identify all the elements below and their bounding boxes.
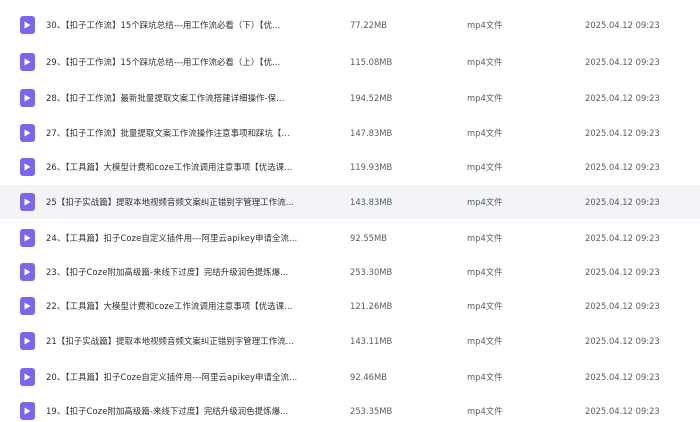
video-file-icon: [20, 124, 35, 142]
video-file-icon: [20, 193, 35, 211]
file-name[interactable]: 20、【工具篇】扣子Coze自定义插件用---阿里云apikey申请全流...: [46, 371, 336, 383]
file-row[interactable]: 27、【扣子工作流】批量提取文案工作流操作注意事项和踩坑【... 147.83MB…: [0, 116, 700, 150]
file-type: mp4文件: [467, 93, 503, 103]
file-size: 77.22MB: [350, 20, 387, 30]
file-modified-date: 2025.04.12 09:23: [585, 197, 660, 207]
video-file-icon: [20, 297, 35, 315]
file-modified-date: 2025.04.12 09:23: [585, 406, 660, 416]
file-row[interactable]: 29、【扣子工作流】15个踩坑总结---用工作流必看（上）【优... 115.08…: [0, 45, 700, 79]
file-row[interactable]: 25【扣子实战篇】提取本地视频音频文案纠正错别字管理工作流... 143.83MB…: [0, 185, 700, 219]
file-modified-date: 2025.04.12 09:23: [585, 57, 660, 67]
file-name[interactable]: 21【扣子实战篇】提取本地视频音频文案纠正错别字管理工作流...: [46, 335, 336, 347]
video-file-icon: [20, 53, 35, 71]
video-file-icon: [20, 332, 35, 350]
file-modified-date: 2025.04.12 09:23: [585, 20, 660, 30]
file-size: 121.26MB: [350, 301, 393, 311]
file-modified-date: 2025.04.12 09:23: [585, 128, 660, 138]
file-size: 143.83MB: [350, 197, 393, 207]
file-size: 115.08MB: [350, 57, 393, 67]
video-file-icon: [20, 368, 35, 386]
file-name[interactable]: 22、【工具篇】大模型计费和coze工作流调用注意事项【优选课...: [46, 300, 336, 312]
file-size: 119.93MB: [350, 162, 393, 172]
file-modified-date: 2025.04.12 09:23: [585, 336, 660, 346]
file-type: mp4文件: [467, 336, 503, 346]
file-size: 253.30MB: [350, 267, 393, 277]
file-size: 147.83MB: [350, 128, 393, 138]
file-row[interactable]: 20、【工具篇】扣子Coze自定义插件用---阿里云apikey申请全流... 9…: [0, 360, 700, 394]
file-name[interactable]: 23、【扣子Coze附加高级篇-来线下过度】完结升级润色提炼爆...: [46, 266, 336, 278]
file-modified-date: 2025.04.12 09:23: [585, 372, 660, 382]
file-name[interactable]: 19、【扣子Coze附加高级篇-来线下过度】完结升级润色提炼爆...: [46, 405, 336, 417]
file-name[interactable]: 30、【扣子工作流】15个踩坑总结---用工作流必看（下）【优...: [46, 19, 336, 31]
file-row[interactable]: 19、【扣子Coze附加高级篇-来线下过度】完结升级润色提炼爆... 253.35…: [0, 394, 700, 422]
file-type: mp4文件: [467, 20, 503, 30]
file-type: mp4文件: [467, 57, 503, 67]
file-type: mp4文件: [467, 128, 503, 138]
file-modified-date: 2025.04.12 09:23: [585, 233, 660, 243]
file-modified-date: 2025.04.12 09:23: [585, 93, 660, 103]
file-type: mp4文件: [467, 162, 503, 172]
file-size: 143.11MB: [350, 336, 393, 346]
file-type: mp4文件: [467, 267, 503, 277]
file-name[interactable]: 24、【工具篇】扣子Coze自定义插件用---阿里云apikey申请全流...: [46, 232, 336, 244]
file-size: 92.55MB: [350, 233, 387, 243]
file-row[interactable]: 24、【工具篇】扣子Coze自定义插件用---阿里云apikey申请全流... 9…: [0, 221, 700, 255]
file-modified-date: 2025.04.12 09:23: [585, 267, 660, 277]
file-size: 253.35MB: [350, 406, 393, 416]
file-name[interactable]: 27、【扣子工作流】批量提取文案工作流操作注意事项和踩坑【...: [46, 127, 336, 139]
file-row[interactable]: 26、【工具篇】大模型计费和coze工作流调用注意事项【优选课... 119.93…: [0, 150, 700, 184]
video-file-icon: [20, 89, 35, 107]
file-row[interactable]: 30、【扣子工作流】15个踩坑总结---用工作流必看（下）【优... 77.22M…: [0, 8, 700, 42]
file-type: mp4文件: [467, 301, 503, 311]
file-row[interactable]: 28、【扣子工作流】最新批量提取文案工作流搭建详细操作-保... 194.52MB…: [0, 81, 700, 115]
video-file-icon: [20, 229, 35, 247]
file-type: mp4文件: [467, 197, 503, 207]
video-file-icon: [20, 16, 35, 34]
video-file-icon: [20, 158, 35, 176]
file-size: 92.46MB: [350, 372, 387, 382]
file-row[interactable]: 23、【扣子Coze附加高级篇-来线下过度】完结升级润色提炼爆... 253.30…: [0, 255, 700, 289]
file-type: mp4文件: [467, 372, 503, 382]
file-name[interactable]: 26、【工具篇】大模型计费和coze工作流调用注意事项【优选课...: [46, 161, 336, 173]
file-modified-date: 2025.04.12 09:23: [585, 301, 660, 311]
file-name[interactable]: 25【扣子实战篇】提取本地视频音频文案纠正错别字管理工作流...: [46, 196, 336, 208]
file-row[interactable]: 22、【工具篇】大模型计费和coze工作流调用注意事项【优选课... 121.26…: [0, 289, 700, 323]
file-name[interactable]: 29、【扣子工作流】15个踩坑总结---用工作流必看（上）【优...: [46, 56, 336, 68]
video-file-icon: [20, 263, 35, 281]
file-list: 30、【扣子工作流】15个踩坑总结---用工作流必看（下）【优... 77.22M…: [0, 0, 700, 422]
video-file-icon: [20, 402, 35, 420]
file-row[interactable]: 21【扣子实战篇】提取本地视频音频文案纠正错别字管理工作流... 143.11MB…: [0, 324, 700, 358]
file-name[interactable]: 28、【扣子工作流】最新批量提取文案工作流搭建详细操作-保...: [46, 92, 336, 104]
file-type: mp4文件: [467, 233, 503, 243]
file-size: 194.52MB: [350, 93, 393, 103]
file-modified-date: 2025.04.12 09:23: [585, 162, 660, 172]
file-type: mp4文件: [467, 406, 503, 416]
